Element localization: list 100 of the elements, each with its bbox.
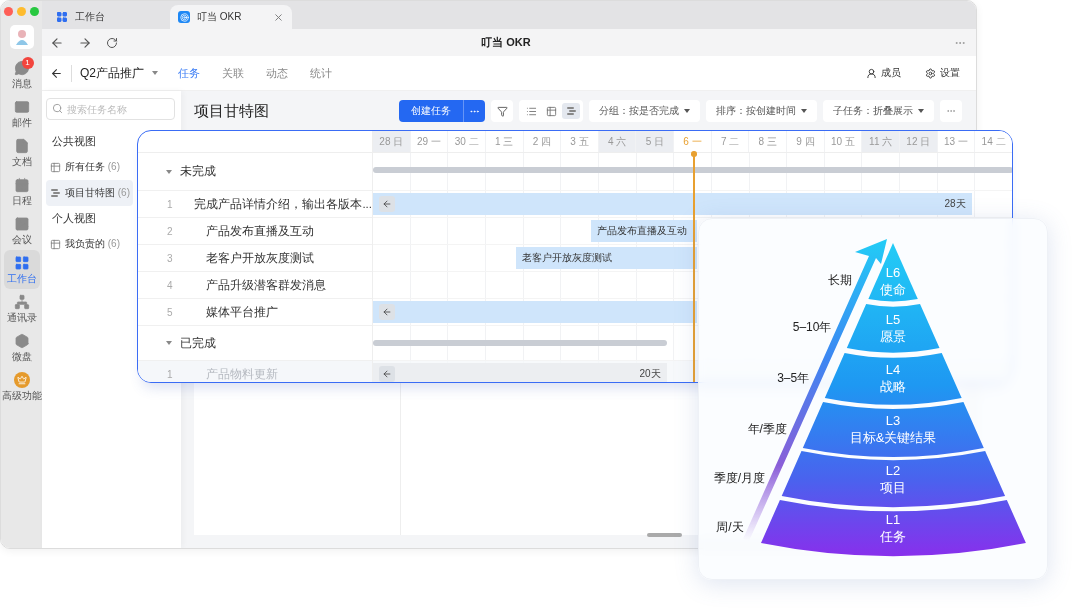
time-horizon: 季度/月度 [713, 471, 766, 486]
dropdown[interactable]: 排序：按创建时间 [706, 100, 817, 122]
table-icon [545, 105, 557, 117]
time-horizon: 3–5年 [777, 371, 810, 386]
level-name: 项目 [880, 479, 906, 495]
task-name: 媒体平台推广 [206, 304, 278, 320]
arrow-button[interactable] [379, 196, 395, 212]
project-tab[interactable]: 任务 [178, 65, 200, 81]
maximize-button[interactable] [30, 7, 39, 16]
rail-item[interactable]: 微盘 [3, 328, 40, 367]
task-name: 完成产品详情介绍，输出各版本... [194, 196, 372, 212]
day-header: 4 六 [598, 131, 637, 152]
row-number: 3 [167, 252, 174, 264]
dropdown[interactable]: 子任务：折叠展示 [823, 100, 934, 122]
task-bar[interactable]: 产品发布直播及互动 [591, 220, 697, 242]
close-icon[interactable] [273, 11, 284, 23]
gantt-icon [565, 106, 577, 116]
view-toggle[interactable] [562, 103, 580, 119]
duration-label: 20天 [639, 367, 661, 381]
pyramid-layer [868, 243, 918, 302]
refresh-icon[interactable] [106, 36, 118, 49]
project-selector[interactable]: Q2产品推广 [71, 64, 158, 82]
arrow-button[interactable] [379, 366, 395, 382]
avatar[interactable] [9, 25, 34, 49]
filter-button[interactable] [491, 100, 513, 122]
tab-label: 工作台 [75, 10, 106, 24]
view-item[interactable]: 项目甘特图 (6) [46, 180, 133, 206]
settings-button[interactable]: 设置 [925, 66, 960, 80]
browser-tab[interactable]: 工作台 [48, 5, 170, 29]
caret-icon [801, 109, 807, 113]
level-name: 目标&关键结果 [849, 429, 937, 445]
day-header: 28 日 [373, 131, 411, 152]
level-name: 使命 [880, 281, 906, 297]
task-bar[interactable]: 28天 [373, 193, 972, 215]
document-icon [13, 138, 30, 154]
project-tab[interactable]: 关联 [222, 65, 244, 81]
browser-tab[interactable]: 叮当 OKR [170, 5, 292, 29]
section-title: 公共视图 [51, 134, 97, 149]
view-label: 所有任务 (6) [65, 160, 120, 174]
time-horizon: 周/天 [716, 520, 744, 535]
day-header: 11 六 [862, 131, 900, 152]
group-label: 已完成 [180, 335, 216, 351]
day-header: 5 日 [636, 131, 675, 152]
calendar-icon [13, 177, 30, 193]
day-header: 12 日 [899, 131, 938, 152]
task-bar[interactable]: 老客户开放灰度测试 [516, 247, 697, 269]
rail-item[interactable]: 邮件 [3, 94, 40, 133]
filter-icon [496, 105, 508, 117]
hexagon-icon [13, 333, 30, 349]
caret-icon[interactable] [166, 169, 172, 174]
forward-icon[interactable] [78, 35, 92, 50]
time-horizon: 5–10年 [792, 320, 832, 335]
members-button[interactable]: 成员 [866, 66, 901, 80]
back-icon[interactable] [50, 35, 64, 50]
arrow-button[interactable] [379, 304, 395, 320]
dropdown[interactable]: 分组：按是否完成 [589, 100, 700, 122]
duration-label: 28天 [944, 197, 966, 211]
view-item[interactable]: 我负责的 (6) [46, 231, 123, 257]
window-title: 叮当 OKR [480, 35, 532, 50]
rail-item[interactable]: 消息 1 [3, 55, 40, 94]
view-item[interactable]: 所有任务 (6) [46, 154, 123, 180]
search-field[interactable]: 搜索任务名称 [46, 98, 175, 120]
level-name: 战略 [880, 379, 906, 395]
project-tab[interactable]: 统计 [310, 65, 332, 81]
row-number: 1 [167, 368, 174, 380]
task-bar[interactable]: 20天 [373, 363, 667, 382]
time-horizon: 长期 [828, 273, 853, 288]
gantt-icon [50, 188, 61, 198]
settings-icon [925, 67, 936, 79]
level-code: L4 [885, 362, 901, 378]
person-icon [866, 67, 877, 79]
task-name: 产品发布直播及互动 [206, 223, 314, 239]
close-button[interactable] [4, 7, 13, 16]
level-code: L1 [885, 511, 901, 527]
group-label: 未完成 [180, 164, 216, 179]
scrollbar-thumb[interactable] [647, 533, 682, 537]
rail-item[interactable]: 日程 [3, 172, 40, 211]
table-icon [50, 238, 61, 250]
row-number: 5 [167, 306, 174, 318]
tab-label: 叮当 OKR [197, 10, 243, 24]
level-name: 任务 [880, 528, 906, 544]
list-icon [525, 105, 537, 117]
rail-item[interactable]: 会议 [3, 211, 40, 250]
arrow-left-icon [382, 199, 392, 209]
search-icon [52, 103, 63, 114]
org-chart-icon [13, 294, 30, 310]
target-icon [178, 11, 190, 23]
level-code: L5 [885, 311, 901, 327]
rail-item[interactable]: 通讯录 [3, 289, 40, 328]
rail-item[interactable]: 文档 [3, 133, 40, 172]
back-icon[interactable] [50, 66, 63, 80]
level-code: L3 [885, 412, 901, 428]
project-tab[interactable]: 动态 [266, 65, 288, 81]
day-header: 8 三 [749, 131, 788, 152]
rail-item[interactable]: 高级功能 [3, 367, 40, 406]
caret-icon[interactable] [166, 341, 172, 345]
row-number: 2 [167, 225, 174, 237]
view-label: 我负责的 (6) [65, 237, 120, 251]
caret-icon [918, 109, 924, 113]
grid-icon [13, 255, 30, 271]
